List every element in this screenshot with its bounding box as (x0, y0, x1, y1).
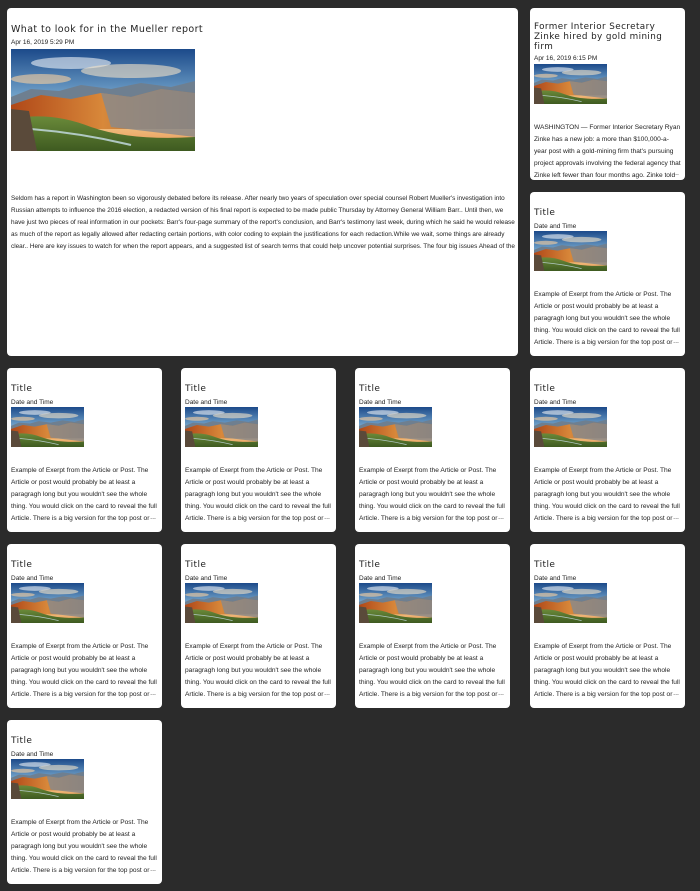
read-more-ellipsis[interactable]: ... (498, 514, 504, 522)
article-card[interactable]: Title Date and Time Example of Exerpt fr… (530, 368, 685, 532)
read-more-ellipsis[interactable]: ... (150, 866, 156, 874)
article-title[interactable]: Title (359, 384, 506, 395)
article-excerpt: Seldom has a report in Washington been s… (11, 195, 515, 250)
article-excerpt: Example of Exerpt from the Article or Po… (534, 467, 680, 522)
article-image (11, 583, 84, 623)
article-date: Date and Time (185, 399, 228, 406)
article-title[interactable]: Title (534, 560, 681, 571)
article-excerpt: WASHINGTON — Former Interior Secretary R… (534, 124, 681, 179)
article-title[interactable]: Title (534, 208, 681, 219)
article-title[interactable]: Title (185, 384, 332, 395)
article-title[interactable]: Title (359, 560, 506, 571)
article-excerpt: Example of Exerpt from the Article or Po… (11, 467, 157, 522)
article-card[interactable]: Title Date and Time Example of Exerpt fr… (530, 192, 685, 356)
article-excerpt: Example of Exerpt from the Article or Po… (359, 643, 505, 698)
article-image (534, 231, 607, 271)
article-title[interactable]: Title (11, 560, 158, 571)
article-title[interactable]: What to look for in the Mueller report (11, 24, 514, 35)
article-card[interactable]: Title Date and Time Example of Exerpt fr… (181, 368, 336, 532)
article-title[interactable]: Title (11, 736, 158, 747)
article-card[interactable]: Title Date and Time Example of Exerpt fr… (530, 544, 685, 708)
article-excerpt: Example of Exerpt from the Article or Po… (534, 643, 680, 698)
article-excerpt: Example of Exerpt from the Article or Po… (359, 467, 505, 522)
article-card[interactable]: Title Date and Time Example of Exerpt fr… (181, 544, 336, 708)
read-more-ellipsis[interactable]: ... (498, 690, 504, 698)
article-image (534, 583, 607, 623)
read-more-ellipsis[interactable]: ... (673, 338, 679, 346)
article-date: Apr 16, 2019 5:29 PM (11, 39, 75, 46)
article-date: Date and Time (534, 575, 577, 582)
article-date: Apr 16, 2019 6:15 PM (534, 55, 598, 62)
article-card[interactable]: Title Date and Time Example of Exerpt fr… (355, 368, 510, 532)
article-card[interactable]: Title Date and Time Example of Exerpt fr… (355, 544, 510, 708)
article-card[interactable]: Title Date and Time Example of Exerpt fr… (7, 368, 162, 532)
article-date: Date and Time (11, 575, 54, 582)
read-more-ellipsis[interactable]: ... (673, 170, 679, 178)
article-date: Date and Time (185, 575, 228, 582)
article-date: Date and Time (11, 399, 54, 406)
article-image (359, 407, 432, 447)
article-card[interactable]: Title Date and Time Example of Exerpt fr… (7, 544, 162, 708)
article-image (534, 407, 607, 447)
article-image (359, 583, 432, 623)
article-title[interactable]: Title (185, 560, 332, 571)
read-more-ellipsis[interactable]: ... (150, 514, 156, 522)
article-date: Date and Time (534, 399, 577, 406)
article-title[interactable]: Former Interior Secretary Zinke hired by… (534, 22, 681, 52)
article-excerpt: Example of Exerpt from the Article or Po… (185, 467, 331, 522)
article-date: Date and Time (11, 751, 54, 758)
read-more-ellipsis[interactable]: ... (673, 690, 679, 698)
article-image (185, 583, 258, 623)
article-excerpt: Example of Exerpt from the Article or Po… (185, 643, 331, 698)
featured-article-card[interactable]: What to look for in the Mueller report A… (7, 8, 518, 356)
article-title[interactable]: Title (534, 384, 681, 395)
article-date: Date and Time (359, 399, 402, 406)
article-excerpt: Example of Exerpt from the Article or Po… (534, 291, 680, 346)
article-image (534, 64, 607, 104)
article-image (11, 407, 84, 447)
article-date: Date and Time (359, 575, 402, 582)
article-image (11, 759, 84, 799)
article-date: Date and Time (534, 223, 577, 230)
article-title[interactable]: Title (11, 384, 158, 395)
article-excerpt: Example of Exerpt from the Article or Po… (11, 819, 157, 874)
read-more-ellipsis[interactable]: ... (324, 690, 330, 698)
article-image (185, 407, 258, 447)
read-more-ellipsis[interactable]: ... (673, 514, 679, 522)
article-card[interactable]: Former Interior Secretary Zinke hired by… (530, 8, 685, 180)
article-card[interactable]: Title Date and Time Example of Exerpt fr… (7, 720, 162, 884)
read-more-ellipsis[interactable]: ... (150, 690, 156, 698)
article-image (11, 49, 195, 151)
read-more-ellipsis[interactable]: ... (324, 514, 330, 522)
article-excerpt: Example of Exerpt from the Article or Po… (11, 643, 157, 698)
